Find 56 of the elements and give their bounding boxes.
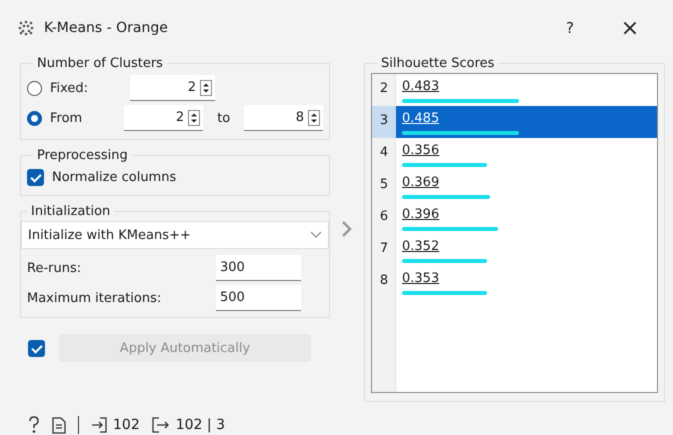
score-cell[interactable]: 0.396 [396,202,657,234]
radio-button[interactable] [27,110,42,126]
range-label: to [217,110,230,126]
chevron-icon [310,231,322,239]
checkbox[interactable] [28,340,45,356]
method-dropdown[interactable]: Initialize with KMeans++ [21,221,329,249]
help-button[interactable]: ? [545,19,595,37]
score-value: 0.352 [402,238,440,256]
option-label: Fixed: [50,80,90,96]
checkbox[interactable] [27,168,44,186]
input-count: 102 [113,417,140,433]
chevron-right-icon[interactable] [342,221,352,237]
row-header[interactable]: 2 [372,74,396,106]
output-icon [152,417,170,433]
group-title: Number of Clusters [36,56,164,71]
field-label: Re-runs: [27,260,82,276]
score-value: 0.483 [402,78,440,96]
score-cell[interactable]: 0.485 [396,106,657,138]
row-header[interactable]: 8 [372,266,396,298]
row-header[interactable]: 7 [372,234,396,266]
window-title: K-Means - Orange [44,20,169,36]
radio-button[interactable] [27,80,42,96]
checkbox-label: Normalize columns [52,170,176,184]
score-value: 0.356 [402,142,440,160]
score-value: 0.353 [402,270,440,288]
row-header[interactable]: 4 [372,138,396,170]
output-count: 102 | 3 [176,417,225,433]
score-cell[interactable]: 0.356 [396,138,657,170]
spin-arrows-icon[interactable] [188,110,200,126]
group-title: Silhouette Scores [380,56,496,71]
row-header[interactable]: 5 [372,170,396,202]
spin-arrows-icon[interactable] [200,80,212,96]
group-title: Preprocessing [36,148,129,163]
input-field[interactable]: 500 [216,285,301,311]
row-header[interactable]: 3 [372,106,396,138]
help-icon[interactable] [28,416,40,434]
score-cell[interactable]: 0.483 [396,74,657,106]
group-title: Initialization [30,204,112,219]
input-icon [91,417,107,433]
spin-field[interactable]: 2 [130,75,215,101]
score-cell[interactable]: 0.369 [396,170,657,202]
field-label: Maximum iterations: [27,290,162,306]
score-value: 0.369 [402,174,440,192]
app-icon [18,20,34,36]
document-icon[interactable] [52,416,66,434]
score-value: 0.485 [402,110,440,128]
spin-field[interactable]: 2 [124,105,204,131]
spin-arrows-icon[interactable] [308,110,320,126]
option-label: From [50,110,84,126]
score-value: 0.396 [402,206,440,224]
score-cell[interactable]: 0.353 [396,266,657,298]
score-cell[interactable]: 0.352 [396,234,657,266]
spin-field[interactable]: 8 [244,105,323,131]
row-header[interactable]: 6 [372,202,396,234]
input-field[interactable]: 300 [216,255,301,281]
close-button[interactable]: × [605,16,655,40]
